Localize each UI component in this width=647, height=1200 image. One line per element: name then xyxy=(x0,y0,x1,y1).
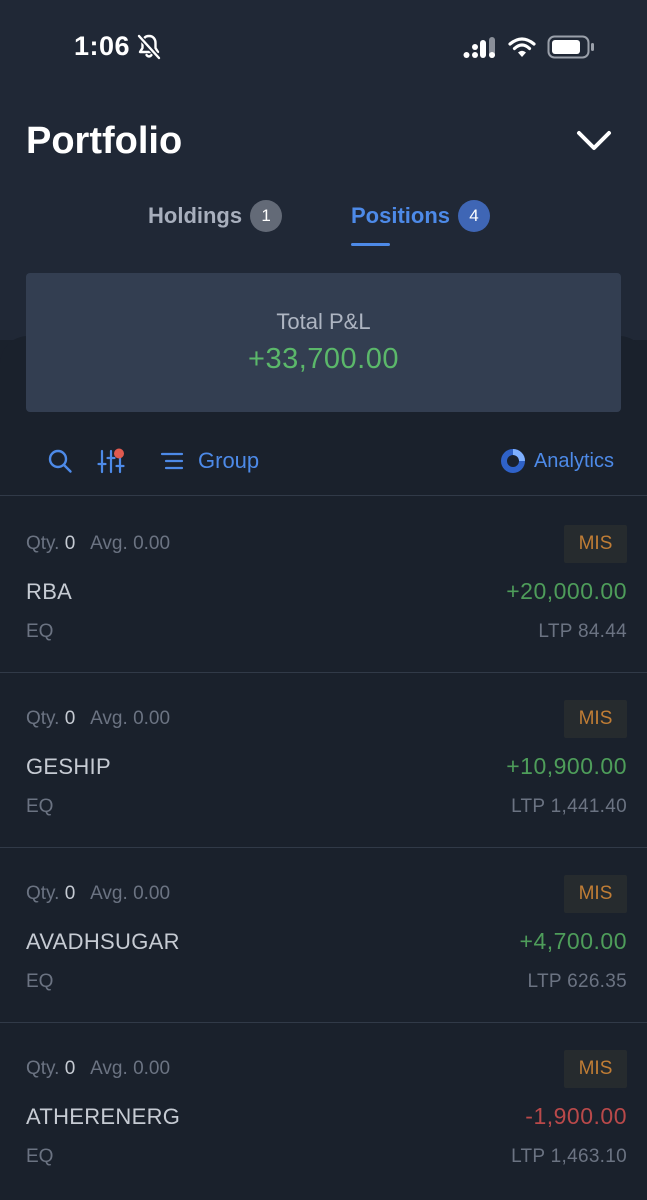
analytics-button[interactable]: Analytics xyxy=(500,444,614,478)
product-badge: MIS xyxy=(564,700,627,738)
qty-avg-line: Qty. 0 Avg. 0.00 xyxy=(26,883,170,905)
position-pnl: +10,900.00 xyxy=(506,753,627,779)
group-list-icon xyxy=(160,452,184,470)
product-badge: MIS xyxy=(564,525,627,563)
ltp: LTP 626.35 xyxy=(527,971,627,992)
qty-label: Qty. xyxy=(26,1058,60,1079)
avg-label: Avg. xyxy=(90,708,128,729)
group-label: Group xyxy=(198,448,260,473)
bell-slash-icon xyxy=(137,34,161,60)
search-icon[interactable] xyxy=(47,448,73,474)
position-row[interactable]: Qty. 0 Avg. 0.00 MIS RBA +20,000.00 EQ L… xyxy=(0,497,647,672)
avg-label: Avg. xyxy=(90,1058,128,1079)
battery-icon xyxy=(547,35,594,59)
total-pnl-label: Total P&L xyxy=(276,309,371,334)
position-pnl: -1,900.00 xyxy=(525,1103,627,1129)
group-button[interactable]: Group xyxy=(160,444,259,478)
qty-label: Qty. xyxy=(26,533,60,554)
avg-label: Avg. xyxy=(90,883,128,904)
total-pnl-card: Total P&L +33,700.00 xyxy=(26,273,621,412)
active-tab-indicator xyxy=(351,243,390,246)
tab-holdings-count-badge: 1 xyxy=(250,200,283,232)
exchange: EQ xyxy=(26,621,54,642)
signal-icon xyxy=(463,37,495,58)
status-bar: 1:06 xyxy=(0,0,647,96)
tab-holdings[interactable]: Holdings 1 xyxy=(148,196,283,236)
position-row[interactable]: Qty. 0 Avg. 0.00 MIS GESHIP +10,900.00 E… xyxy=(0,672,647,847)
tab-positions[interactable]: Positions 4 xyxy=(351,196,491,236)
qty-value: 0 xyxy=(64,883,76,904)
chevron-down-icon[interactable] xyxy=(574,126,614,156)
symbol: ATHERENERG xyxy=(26,1104,181,1129)
ltp: LTP 1,441.40 xyxy=(511,796,627,817)
qty-label: Qty. xyxy=(26,708,60,729)
filter-sliders-icon[interactable] xyxy=(97,447,127,475)
position-row[interactable]: Qty. 0 Avg. 0.00 MIS ATHERENERG -1,900.0… xyxy=(0,1022,647,1197)
qty-value: 0 xyxy=(64,708,76,729)
qty-value: 0 xyxy=(64,1058,76,1079)
avg-value: 0.00 xyxy=(133,883,171,904)
ltp: LTP 84.44 xyxy=(538,621,627,642)
position-row[interactable]: Qty. 0 Avg. 0.00 MIS AVADHSUGAR +4,700.0… xyxy=(0,847,647,1022)
qty-value: 0 xyxy=(64,533,76,554)
qty-label: Qty. xyxy=(26,883,60,904)
position-pnl: +4,700.00 xyxy=(519,928,627,954)
position-pnl: +20,000.00 xyxy=(506,578,627,604)
page-title: Portfolio xyxy=(26,120,183,162)
ltp: LTP 1,463.10 xyxy=(511,1146,627,1167)
wifi-icon xyxy=(508,37,536,57)
qty-avg-line: Qty. 0 Avg. 0.00 xyxy=(26,1058,170,1080)
avg-value: 0.00 xyxy=(133,1058,171,1079)
avg-value: 0.00 xyxy=(133,533,171,554)
exchange: EQ xyxy=(26,1146,54,1167)
symbol: GESHIP xyxy=(26,754,111,779)
exchange: EQ xyxy=(26,796,54,817)
divider xyxy=(0,495,647,496)
avg-value: 0.00 xyxy=(133,708,171,729)
symbol: RBA xyxy=(26,579,73,604)
tab-positions-label: Positions xyxy=(351,203,451,228)
total-pnl-value: +33,700.00 xyxy=(248,343,399,375)
tab-holdings-label: Holdings xyxy=(148,203,243,228)
exchange: EQ xyxy=(26,971,54,992)
analytics-label: Analytics xyxy=(533,449,614,472)
status-time: 1:06 xyxy=(74,31,131,61)
toolbar: Group Analytics xyxy=(0,438,647,484)
product-badge: MIS xyxy=(564,875,627,913)
analytics-donut-icon xyxy=(500,449,525,473)
tab-positions-count-badge: 4 xyxy=(458,200,491,232)
product-badge: MIS xyxy=(564,1050,627,1088)
qty-avg-line: Qty. 0 Avg. 0.00 xyxy=(26,708,170,730)
symbol: AVADHSUGAR xyxy=(26,929,180,954)
avg-label: Avg. xyxy=(90,533,128,554)
qty-avg-line: Qty. 0 Avg. 0.00 xyxy=(26,533,170,555)
